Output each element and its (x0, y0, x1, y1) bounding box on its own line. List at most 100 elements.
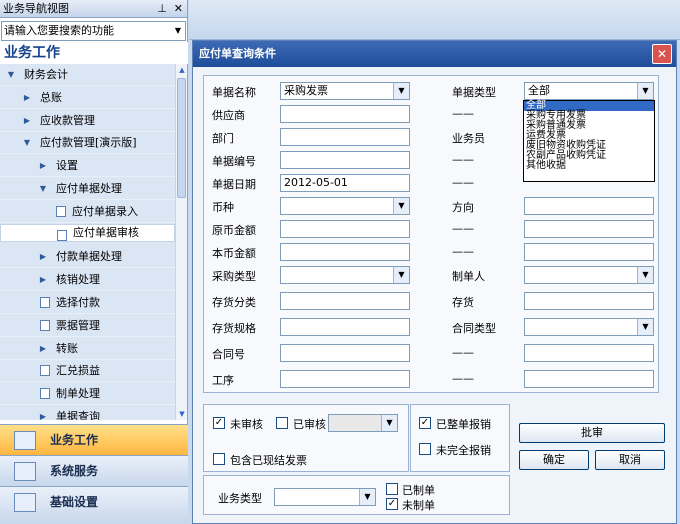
direction-select[interactable] (524, 197, 654, 215)
cancel-button[interactable]: 取消 (595, 450, 665, 470)
document-icon (40, 388, 50, 400)
dialog-title: 应付单查询条件 (193, 41, 676, 67)
chevron-down-icon[interactable]: ▼ (637, 83, 653, 99)
dash-separator: —— (452, 222, 474, 235)
chevron-down-icon[interactable]: ▼ (359, 489, 375, 505)
tree-item[interactable]: 制单处理 (0, 383, 175, 406)
stock-input[interactable] (524, 292, 654, 310)
chevron-down-icon[interactable]: ▼ (637, 319, 653, 335)
stock-spec-input[interactable] (280, 318, 410, 336)
orig-amount-to-input[interactable] (524, 220, 654, 238)
chart-icon (14, 431, 36, 450)
nav-system-service-button[interactable]: 系统服务 (0, 455, 188, 486)
local-amount-input[interactable] (280, 243, 410, 261)
batch-audit-button[interactable]: 批审 (519, 423, 665, 443)
doc-name-select[interactable]: 采购发票 ▼ (280, 82, 410, 100)
chevron-down-icon[interactable]: ▼ (393, 83, 409, 99)
tree-item[interactable]: 汇兑损益 (0, 360, 175, 383)
tree-item-label: 财务会计 (24, 68, 68, 81)
made-checkbox[interactable] (386, 483, 398, 495)
doc-type-dropdown-list[interactable]: 全部 采购专用发票 采购普通发票 运费发票 废旧物资收购凭证 农副产品收购凭证 其他收据 (523, 100, 655, 182)
doc-no-input[interactable] (280, 151, 410, 169)
tree-item[interactable]: 选择付款 (0, 292, 175, 314)
tree-item[interactable]: ▶ 转账 (0, 338, 175, 360)
contract-no-input[interactable] (280, 344, 410, 362)
tree-item[interactable]: 应付单据审核 (0, 223, 175, 242)
doc-type-label: 单据类型 (452, 86, 496, 99)
function-search-input[interactable]: 请输入您要搜索的功能 ▼ (1, 21, 186, 41)
document-icon (40, 297, 50, 308)
tree-item[interactable]: 票据管理 (0, 315, 175, 337)
audited-checkbox[interactable] (276, 417, 288, 429)
process-to-input[interactable] (524, 370, 654, 388)
full-reimbursed-checkbox[interactable]: ✓ (419, 417, 431, 429)
supplier-input[interactable] (280, 105, 410, 123)
contract-no-to-input[interactable] (524, 344, 654, 362)
tree-item-label: 应收款管理 (40, 113, 95, 127)
orig-amount-input[interactable] (280, 220, 410, 238)
collapse-arrow-icon[interactable]: ▶ (38, 406, 48, 420)
dept-label: 部门 (212, 132, 234, 145)
close-icon[interactable]: ✕ (174, 0, 183, 17)
collapse-arrow-icon[interactable]: ▶ (22, 110, 32, 132)
collapse-arrow-icon[interactable]: ▶ (38, 269, 48, 291)
monitor-icon (14, 462, 36, 481)
dropdown-option[interactable]: 其他收据 (524, 161, 654, 171)
unaudited-checkbox[interactable]: ✓ (213, 417, 225, 429)
tree-item[interactable]: ▶ 核销处理 (0, 269, 175, 292)
stock-spec-label: 存货规格 (212, 322, 256, 335)
collapse-arrow-icon[interactable]: ▶ (38, 338, 48, 360)
ok-button[interactable]: 确定 (519, 450, 589, 470)
contract-type-select[interactable]: ▼ (524, 318, 654, 336)
tree-item[interactable]: ▶ 单据查询 (0, 406, 175, 420)
nav-basic-settings-button[interactable]: 基础设置 (0, 486, 188, 524)
expand-arrow-icon[interactable]: ▼ (38, 178, 48, 200)
orig-amount-label: 原币金额 (212, 224, 256, 237)
stock-class-input[interactable] (280, 292, 410, 310)
doc-type-select[interactable]: 全部 ▼ (524, 82, 654, 100)
tree-item[interactable]: ▶ 应收款管理 (0, 110, 175, 132)
purchase-type-select[interactable]: ▼ (280, 266, 410, 284)
chevron-down-icon[interactable]: ▼ (381, 415, 397, 431)
tree-item[interactable]: ▼ 应付款管理[演示版] (0, 132, 175, 155)
scroll-thumb[interactable] (177, 78, 186, 198)
scroll-down-icon[interactable]: ▼ (176, 408, 188, 420)
tree-item-label: 应付单据审核 (73, 225, 139, 239)
tree-item[interactable]: ▶ 付款单据处理 (0, 246, 175, 269)
tree-item[interactable]: ▶ 总账 (0, 87, 175, 109)
tree-scrollbar[interactable]: ▲ ▼ (175, 64, 187, 420)
audit-select[interactable]: ▼ (328, 414, 398, 432)
doc-date-input[interactable]: 2012-05-01 (280, 174, 410, 192)
business-type-select[interactable]: ▼ (274, 488, 376, 506)
scroll-up-icon[interactable]: ▲ (176, 64, 188, 76)
maker-select[interactable]: ▼ (524, 266, 654, 284)
include-settled-checkbox[interactable] (213, 453, 225, 465)
tree-item[interactable]: ▶ 设置 (0, 155, 175, 178)
tree-item-label: 单据查询 (56, 410, 100, 420)
tree-item-label: 汇兑损益 (56, 364, 100, 378)
pin-icon[interactable]: ⊥ (157, 0, 167, 17)
chevron-down-icon[interactable]: ▼ (171, 22, 185, 40)
chevron-down-icon[interactable]: ▼ (393, 267, 409, 283)
collapse-arrow-icon[interactable]: ▶ (38, 155, 48, 177)
chevron-down-icon[interactable]: ▼ (393, 198, 409, 214)
chevron-down-icon[interactable]: ▼ (637, 267, 653, 283)
dept-input[interactable] (280, 128, 410, 146)
collapse-arrow-icon[interactable]: ▶ (22, 87, 32, 109)
document-icon (40, 365, 50, 377)
unmade-checkbox[interactable]: ✓ (386, 498, 398, 510)
process-input[interactable] (280, 370, 410, 388)
document-icon (56, 205, 66, 217)
tree-item[interactable]: ▼ 财务会计 (0, 64, 175, 86)
collapse-arrow-icon[interactable]: ▶ (38, 246, 48, 268)
close-icon[interactable]: ✕ (652, 44, 672, 64)
local-amount-to-input[interactable] (524, 243, 654, 261)
nav-business-work-button[interactable]: 业务工作 (0, 424, 188, 455)
tree-item[interactable]: 应付单据录入 (0, 201, 175, 223)
tree-item[interactable]: ▼ 应付单据处理 (0, 178, 175, 200)
partial-reimbursed-checkbox[interactable] (419, 443, 431, 455)
expand-arrow-icon[interactable]: ▼ (22, 132, 32, 154)
expand-arrow-icon[interactable]: ▼ (6, 64, 16, 86)
currency-select[interactable]: ▼ (280, 197, 410, 215)
doc-no-label: 单据编号 (212, 155, 256, 168)
